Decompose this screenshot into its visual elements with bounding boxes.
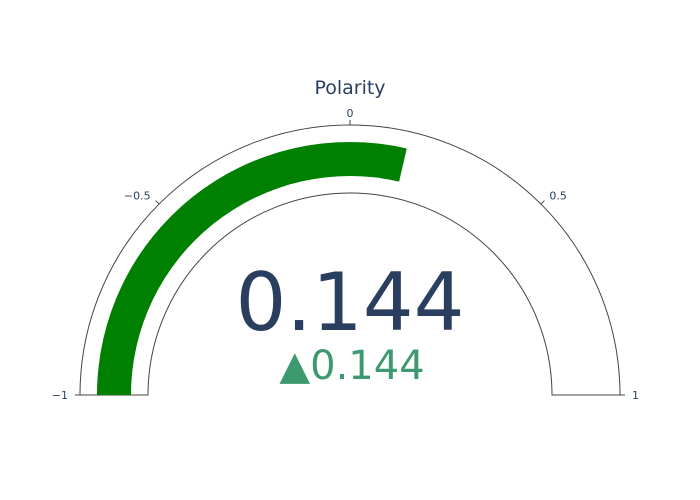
chart-title: Polarity <box>314 77 385 99</box>
svg-text:▲0.144: ▲0.144 <box>279 343 424 389</box>
tick-label: −1 <box>52 389 68 402</box>
gauge-svg: Polarity −1 −0.5 0 0.5 1 0.144 ▲0.144 <box>52 77 639 402</box>
gauge-delta: ▲0.144 <box>279 343 424 389</box>
tick-mark <box>540 200 545 205</box>
tick-label: 0 <box>347 107 354 120</box>
delta-value: 0.144 <box>310 343 425 389</box>
tick-label: 0.5 <box>549 190 567 203</box>
tick-mark <box>155 200 160 205</box>
gauge-chart: Polarity −1 −0.5 0 0.5 1 0.144 ▲0.144 <box>0 0 700 500</box>
gauge-number: 0.144 <box>235 256 464 349</box>
tick-label: −0.5 <box>124 190 151 203</box>
tick-label: 1 <box>632 389 639 402</box>
delta-up-icon: ▲ <box>279 343 310 389</box>
